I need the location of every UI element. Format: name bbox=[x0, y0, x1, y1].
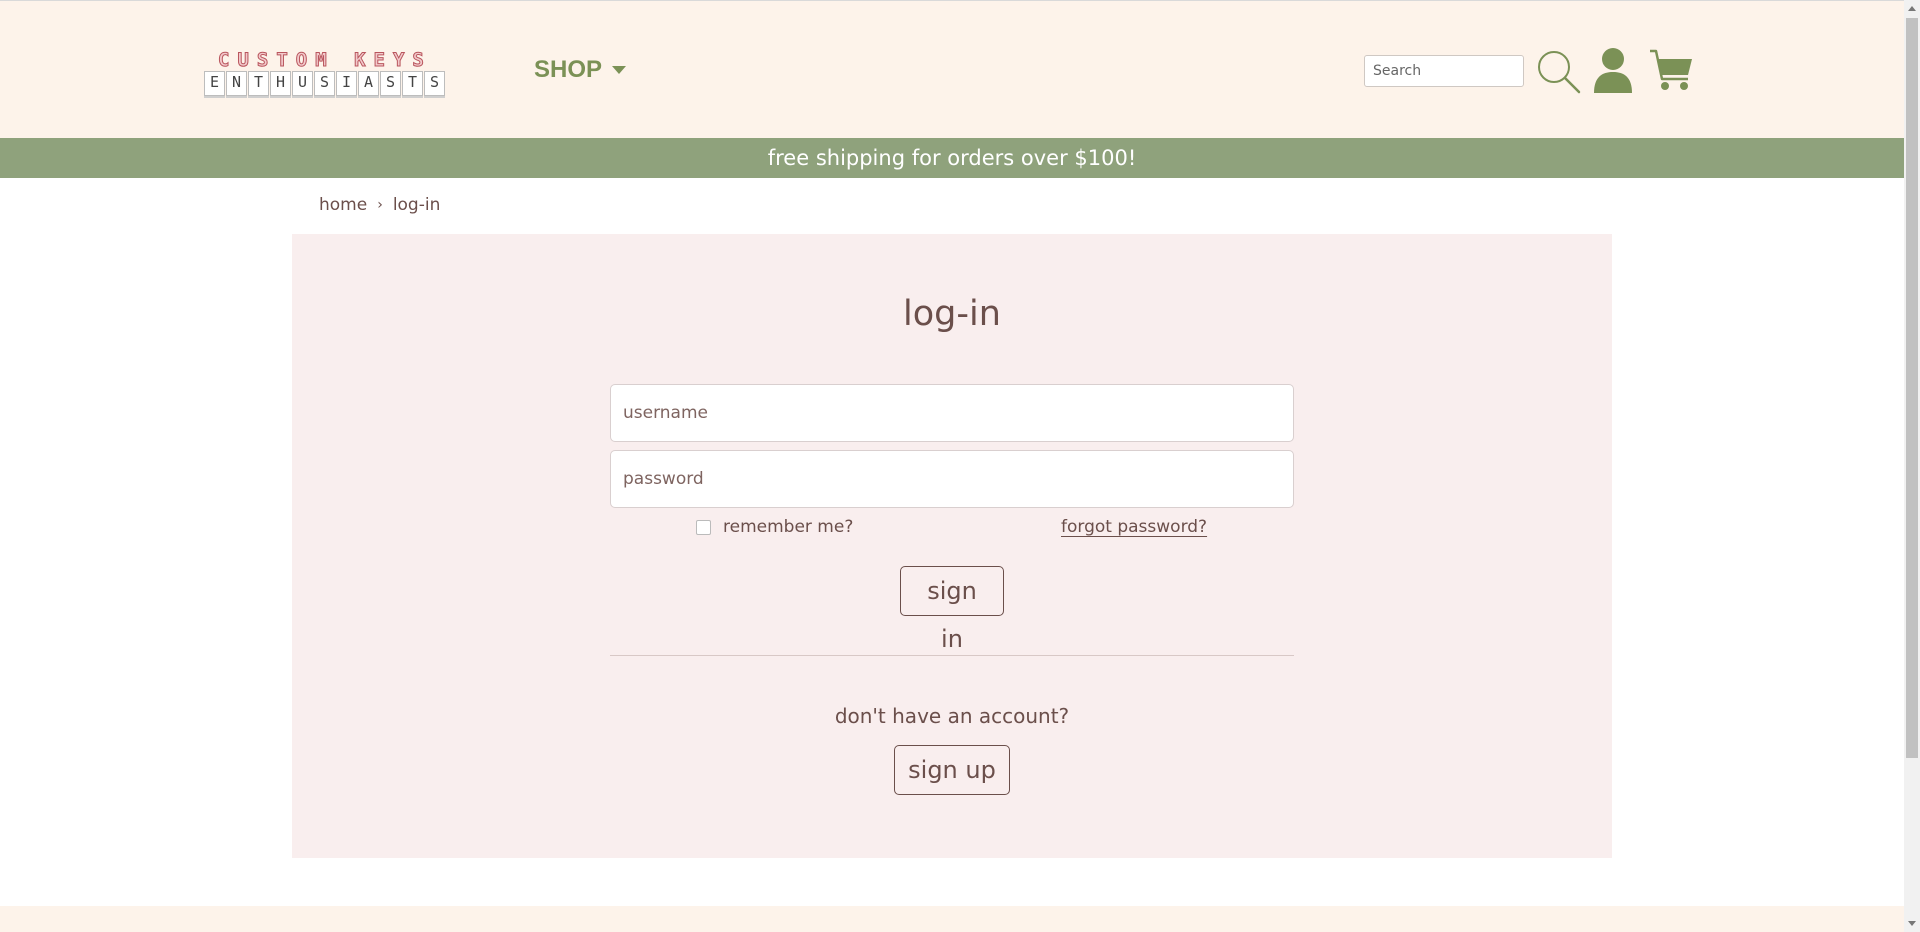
breadcrumb-current: log-in bbox=[392, 195, 441, 215]
logo-keycap: S bbox=[314, 71, 335, 96]
promo-banner: free shipping for orders over $100! bbox=[0, 138, 1904, 178]
cart-icon[interactable] bbox=[1648, 47, 1694, 93]
scroll-up-arrow-icon[interactable] bbox=[1908, 6, 1916, 11]
remember-me-checkbox[interactable] bbox=[696, 519, 711, 535]
site-logo[interactable]: CUSTOM KEYS E N T H U S I A S T S bbox=[204, 49, 454, 99]
chevron-down-icon bbox=[612, 66, 627, 74]
scroll-down-arrow-icon[interactable] bbox=[1908, 921, 1916, 926]
logo-keycap: I bbox=[336, 71, 357, 96]
chevron-right-icon: › bbox=[377, 197, 383, 213]
vertical-scrollbar[interactable] bbox=[1904, 0, 1920, 932]
remember-me-label: remember me? bbox=[723, 517, 854, 537]
forgot-password-link[interactable]: forgot password? bbox=[1061, 517, 1207, 537]
logo-keycap: S bbox=[424, 71, 445, 96]
logo-keycap: H bbox=[270, 71, 291, 96]
page: CUSTOM KEYS E N T H U S I A S T S SHOP S… bbox=[0, 0, 1904, 932]
logo-top-text: CUSTOM KEYS bbox=[218, 49, 432, 72]
site-footer bbox=[0, 906, 1904, 932]
scrollbar-thumb[interactable] bbox=[1906, 18, 1918, 758]
logo-keycap: E bbox=[204, 71, 225, 96]
logo-keycap: N bbox=[226, 71, 247, 96]
logo-keycap: T bbox=[402, 71, 423, 96]
user-icon[interactable] bbox=[1592, 47, 1634, 93]
shop-menu-button[interactable]: SHOP bbox=[534, 55, 627, 85]
site-header: CUSTOM KEYS E N T H U S I A S T S SHOP bbox=[0, 0, 1904, 138]
password-field[interactable] bbox=[610, 450, 1294, 508]
breadcrumb-home-link[interactable]: home bbox=[319, 195, 367, 215]
shop-menu-label: SHOP bbox=[534, 56, 603, 83]
search-icon[interactable] bbox=[1536, 49, 1582, 95]
logo-keycap: T bbox=[248, 71, 269, 96]
sign-in-button[interactable]: sign in bbox=[900, 566, 1004, 653]
logo-keycap: S bbox=[380, 71, 401, 96]
username-field[interactable] bbox=[610, 384, 1294, 442]
logo-keycaps: E N T H U S I A S T S bbox=[204, 71, 454, 97]
logo-keycap: A bbox=[358, 71, 379, 96]
page-title: log-in bbox=[903, 294, 1001, 334]
remember-me-option[interactable]: remember me? bbox=[696, 517, 853, 537]
logo-keycap: U bbox=[292, 71, 313, 96]
no-account-text: don't have an account? bbox=[834, 704, 1070, 728]
divider bbox=[610, 655, 1294, 656]
breadcrumb: home › log-in bbox=[319, 194, 440, 216]
sign-up-button[interactable]: sign up bbox=[894, 745, 1010, 795]
search-input[interactable] bbox=[1364, 55, 1524, 87]
login-panel: log-in remember me? forgot password? sig… bbox=[292, 234, 1612, 858]
